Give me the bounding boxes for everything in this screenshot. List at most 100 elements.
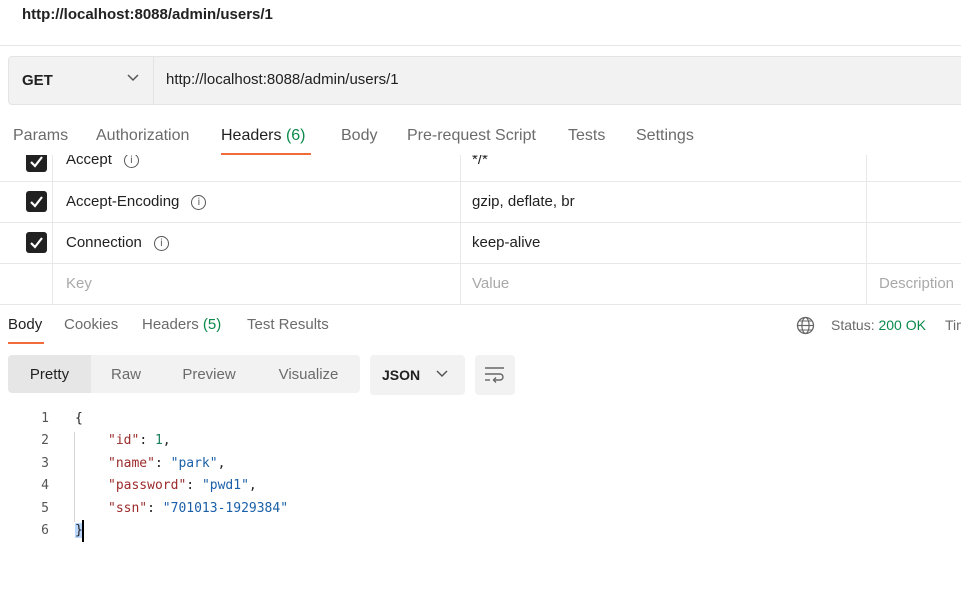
json-value: "park" bbox=[170, 456, 218, 471]
request-title: http://localhost:8088/admin/users/1 bbox=[22, 6, 273, 23]
json-brace: { bbox=[75, 411, 83, 426]
json-sep: : bbox=[147, 501, 163, 516]
key-input[interactable]: Key bbox=[66, 275, 92, 292]
tab-count: (6) bbox=[285, 127, 306, 144]
check-icon bbox=[30, 156, 43, 168]
table-row: Accept i */* bbox=[0, 155, 961, 182]
method-divider bbox=[153, 57, 154, 104]
headers-table: Accept i */* Accept-Encoding i gzip, defla… bbox=[0, 155, 961, 305]
json-sep: : bbox=[139, 433, 155, 448]
response-tab-headers[interactable]: Headers (5) bbox=[142, 316, 221, 333]
line-number: 3 bbox=[41, 456, 49, 471]
header-checkbox[interactable] bbox=[26, 232, 47, 253]
header-value[interactable]: gzip, deflate, br bbox=[472, 193, 575, 210]
header-key-text: Accept-Encoding bbox=[66, 193, 180, 210]
column-divider bbox=[866, 264, 867, 304]
info-icon: i bbox=[191, 195, 207, 210]
method-select[interactable]: GET bbox=[9, 57, 153, 104]
tab-label: Body bbox=[8, 316, 43, 333]
language-label: JSON bbox=[382, 367, 421, 383]
header-key-text: Accept bbox=[66, 155, 112, 168]
tab-pre-request-script[interactable]: Pre-request Script bbox=[407, 127, 536, 145]
json-sep: : bbox=[186, 478, 202, 493]
code-line: "name": "park", bbox=[108, 456, 225, 471]
method-label: GET bbox=[22, 72, 53, 89]
json-key: "ssn" bbox=[108, 501, 148, 516]
wrap-lines-icon bbox=[485, 367, 504, 383]
tab-label: Authorization bbox=[96, 127, 190, 144]
url-input[interactable]: http://localhost:8088/admin/users/1 bbox=[166, 71, 399, 88]
response-tab-body[interactable]: Body bbox=[8, 316, 42, 333]
tab-settings[interactable]: Settings bbox=[636, 127, 694, 145]
response-tab-test-results[interactable]: Test Results bbox=[247, 316, 329, 333]
header-checkbox[interactable] bbox=[26, 155, 47, 172]
table-row: Accept-Encoding i gzip, deflate, br bbox=[0, 182, 961, 223]
table-row: Connection i keep-alive bbox=[0, 223, 961, 264]
code-line: "id": 1, bbox=[108, 433, 171, 448]
code-line: "ssn": "701013-1929384" bbox=[108, 501, 288, 516]
tab-label: Test Results bbox=[247, 316, 329, 333]
json-comma: , bbox=[162, 433, 171, 448]
line-number: 2 bbox=[41, 433, 49, 448]
tab-label: Cookies bbox=[64, 316, 119, 333]
tab-headers[interactable]: Headers (6) bbox=[221, 127, 306, 145]
description-input[interactable]: Description bbox=[879, 275, 954, 292]
table-row-new: Key Value Description bbox=[0, 264, 961, 305]
column-divider bbox=[866, 182, 867, 222]
header-key[interactable]: Accept-Encoding i bbox=[66, 193, 207, 210]
header-key-text: Connection bbox=[66, 234, 142, 251]
wrap-lines-button[interactable] bbox=[475, 355, 515, 395]
json-comma: , bbox=[248, 478, 257, 493]
pretty-button[interactable]: Pretty bbox=[8, 355, 91, 393]
info-icon: i bbox=[153, 236, 169, 251]
line-number: 5 bbox=[41, 501, 49, 516]
checkbox-cell bbox=[0, 223, 53, 263]
text-cursor bbox=[82, 520, 84, 542]
tab-authorization[interactable]: Authorization bbox=[96, 127, 189, 145]
header-key[interactable]: Accept i bbox=[66, 155, 139, 168]
header-checkbox[interactable] bbox=[26, 191, 47, 212]
column-divider bbox=[866, 155, 867, 181]
tab-tests[interactable]: Tests bbox=[568, 127, 605, 145]
raw-button[interactable]: Raw bbox=[91, 355, 161, 393]
line-number: 4 bbox=[41, 478, 49, 493]
visualize-button[interactable]: Visualize bbox=[257, 355, 360, 393]
json-comma: , bbox=[217, 456, 226, 471]
header-value[interactable]: keep-alive bbox=[472, 234, 540, 251]
status-indicator: Status: 200 OK bbox=[831, 317, 926, 333]
code-line: { bbox=[75, 411, 83, 426]
response-body-editor[interactable]: 1 { 2 "id": 1, 3 "name": "park", 4 "pass… bbox=[0, 408, 961, 548]
time-label-clipped: Tim bbox=[945, 317, 961, 333]
value-input[interactable]: Value bbox=[472, 275, 509, 292]
json-value: "701013-1929384" bbox=[162, 501, 289, 516]
language-select[interactable]: JSON bbox=[370, 355, 465, 395]
checkbox-cell bbox=[0, 155, 53, 181]
code-line: "password": "pwd1", bbox=[108, 478, 257, 493]
tab-label: Headers bbox=[142, 316, 199, 333]
json-sep: : bbox=[154, 456, 171, 471]
line-number: 6 bbox=[41, 523, 49, 538]
tab-label: Settings bbox=[636, 127, 694, 144]
check-icon bbox=[30, 196, 43, 208]
json-value: "pwd1" bbox=[201, 478, 249, 493]
header-key[interactable]: Connection i bbox=[66, 234, 169, 251]
preview-button[interactable]: Preview bbox=[161, 355, 257, 393]
line-number: 1 bbox=[41, 411, 49, 426]
column-divider bbox=[460, 182, 461, 222]
indent-guide bbox=[74, 432, 75, 522]
tab-params[interactable]: Params bbox=[13, 127, 68, 145]
status-value: 200 OK bbox=[878, 317, 926, 333]
response-tab-cookies[interactable]: Cookies bbox=[64, 316, 118, 333]
url-bar: GET http://localhost:8088/admin/users/1 bbox=[8, 56, 961, 105]
globe-icon[interactable] bbox=[796, 316, 815, 335]
column-divider bbox=[460, 223, 461, 263]
check-icon bbox=[30, 237, 43, 249]
checkbox-cell bbox=[0, 182, 53, 222]
status-label: Status: bbox=[831, 317, 875, 333]
tab-body[interactable]: Body bbox=[341, 127, 377, 145]
title-divider bbox=[0, 45, 961, 46]
header-value[interactable]: */* bbox=[472, 155, 488, 168]
tab-label: Headers bbox=[221, 127, 282, 144]
json-key: "id" bbox=[108, 433, 140, 448]
tab-count: (5) bbox=[202, 316, 222, 333]
